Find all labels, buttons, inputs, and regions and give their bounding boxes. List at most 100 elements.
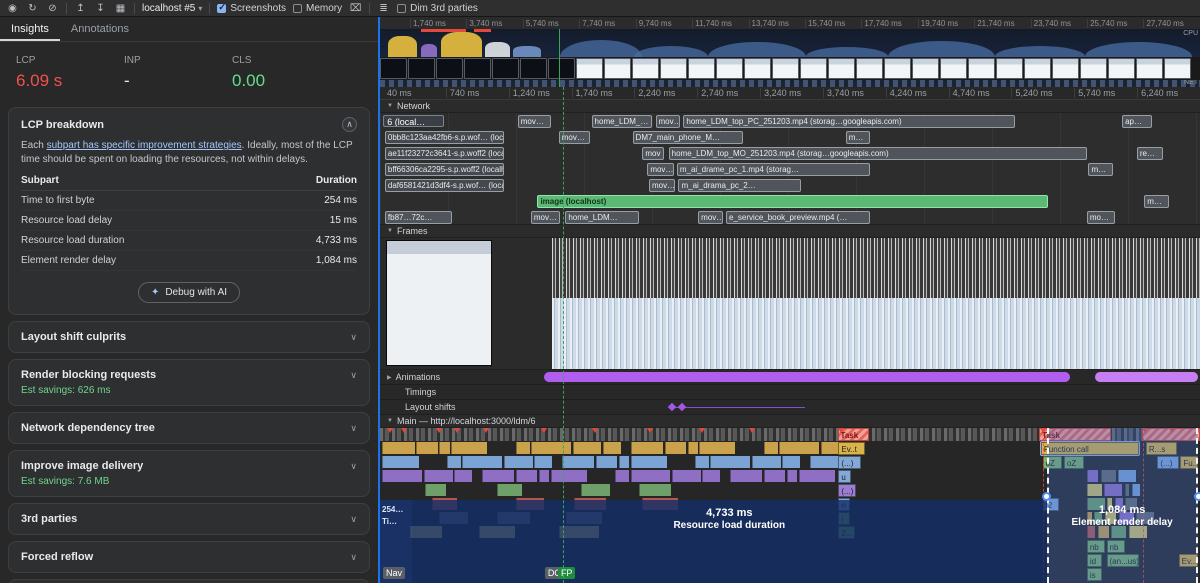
screenshot-thumb[interactable]: [828, 58, 855, 79]
screenshot-thumb[interactable]: [884, 58, 911, 79]
insight-card-render-blocking-requests[interactable]: Render blocking requests∨Est savings: 62…: [8, 359, 370, 406]
main-thread-flamechart[interactable]: TaskTask Ev..t(...)u(...)ni2...Function …: [380, 428, 1200, 583]
flame-event[interactable]: u: [838, 470, 851, 483]
history-selector[interactable]: localhost #5 ▾: [142, 3, 202, 14]
screenshot-thumb[interactable]: [436, 58, 463, 79]
animation-bar[interactable]: [544, 372, 1070, 382]
overview-time-ruler[interactable]: 1,740 ms3,740 ms5,740 ms7,740 ms9,740 ms…: [380, 17, 1200, 29]
screenshot-thumb[interactable]: [464, 58, 491, 79]
screenshot-thumb[interactable]: [912, 58, 939, 79]
tab-annotations[interactable]: Annotations: [60, 17, 140, 41]
network-request[interactable]: home_LDM_top_MO_251203.mp4 (storag…googl…: [669, 147, 1087, 160]
flame-event[interactable]: Ev..t: [838, 442, 864, 455]
screenshot-thumb[interactable]: [380, 58, 407, 79]
network-request[interactable]: home_LDM_…: [592, 115, 653, 128]
network-request[interactable]: ap…: [1122, 115, 1152, 128]
insight-card-layout-shift-culprits[interactable]: Layout shift culprits∨: [8, 321, 370, 353]
screenshot-thumb[interactable]: [632, 58, 659, 79]
layout-shift-marker[interactable]: [678, 403, 686, 411]
network-request[interactable]: daf6581421d3df4-s.p.wof… (localhost): [385, 179, 504, 192]
insight-card-use-efficient-cache-lifetimes[interactable]: Use efficient cache lifetimes∨: [8, 579, 370, 583]
network-request[interactable]: mov…: [698, 211, 723, 224]
dim-3rd-parties-checkbox[interactable]: Dim 3rd parties: [397, 3, 478, 14]
flame-event[interactable]: (...): [838, 456, 861, 469]
element-render-delay-region[interactable]: 1,084 ms Element render delay: [1047, 428, 1198, 583]
capture-settings-icon[interactable]: ≣: [377, 1, 390, 16]
screenshot-thumb[interactable]: [408, 58, 435, 79]
insight-card-improve-image-delivery[interactable]: Improve image delivery∨Est savings: 7.6 …: [8, 450, 370, 497]
debug-with-ai-button[interactable]: ✦ Debug with AI: [138, 282, 240, 303]
network-request[interactable]: mov…: [531, 211, 561, 224]
reload-and-record-icon[interactable]: ↻: [26, 1, 39, 16]
network-request[interactable]: m…: [1088, 163, 1113, 176]
screenshot-thumb[interactable]: [688, 58, 715, 79]
screenshot-thumb[interactable]: [1136, 58, 1163, 79]
collapse-icon[interactable]: ∧: [342, 117, 357, 132]
network-request[interactable]: image (localhost): [537, 195, 1048, 208]
network-request[interactable]: m…: [1144, 195, 1169, 208]
flame-event[interactable]: (...): [838, 484, 856, 497]
insight-card-network-dependency-tree[interactable]: Network dependency tree∨: [8, 412, 370, 444]
screenshot-thumb[interactable]: [1164, 58, 1191, 79]
insight-card-3rd-parties[interactable]: 3rd parties∨: [8, 503, 370, 535]
network-request[interactable]: DM7_main_phone_M…: [633, 131, 744, 144]
screenshot-thumb[interactable]: [716, 58, 743, 79]
record-icon[interactable]: ◉: [6, 1, 19, 16]
collect-garbage-icon[interactable]: ⌧: [349, 1, 362, 16]
network-request[interactable]: ae11f23272c3641-s.p.woff2 (localhost): [385, 147, 504, 160]
layout-shift-marker[interactable]: [668, 403, 676, 411]
animation-bar[interactable]: [1095, 372, 1198, 382]
animations-track[interactable]: ▶ Animations: [380, 370, 1200, 385]
screenshot-thumb[interactable]: [968, 58, 995, 79]
network-track-header[interactable]: ▼ Network: [380, 100, 1200, 113]
fp-marker[interactable]: FP: [558, 567, 576, 579]
screenshot-thumb[interactable]: [492, 58, 519, 79]
save-profile-icon[interactable]: ↧: [94, 1, 107, 16]
load-profile-icon[interactable]: ↥: [74, 1, 87, 16]
main-track-header[interactable]: ▼ Main — http://localhost:3000/ldm/6: [380, 415, 1200, 428]
screenshot-thumb[interactable]: [1052, 58, 1079, 79]
tab-insights[interactable]: Insights: [0, 17, 60, 41]
navigation-marker[interactable]: Nav: [383, 567, 405, 579]
network-request[interactable]: mo…: [1087, 211, 1115, 224]
network-request[interactable]: re…: [1137, 147, 1163, 160]
timeline-overview[interactable]: CPU NET: [380, 29, 1200, 87]
network-request[interactable]: m_ai_drame_pc_1.mp4 (storag…: [677, 163, 871, 176]
flame-event[interactable]: 2...: [838, 526, 854, 539]
screenshot-thumb[interactable]: [940, 58, 967, 79]
timings-track[interactable]: Timings: [380, 385, 1200, 400]
insight-card-forced-reflow[interactable]: Forced reflow∨: [8, 541, 370, 573]
screenshot-thumb[interactable]: [1024, 58, 1051, 79]
network-request[interactable]: mov…: [647, 163, 673, 176]
screenshot-thumb[interactable]: [996, 58, 1023, 79]
network-request[interactable]: home_LDM…: [565, 211, 639, 224]
screenshot-thumb[interactable]: [800, 58, 827, 79]
screenshot-thumb[interactable]: [660, 58, 687, 79]
screenshot-thumb[interactable]: [548, 58, 575, 79]
network-request[interactable]: home_LDM_top_PC_251203.mp4 (storag…googl…: [683, 115, 1015, 128]
range-handle[interactable]: [1042, 492, 1051, 501]
screenshot-thumb[interactable]: [772, 58, 799, 79]
layout-shifts-track[interactable]: Layout shifts: [380, 400, 1200, 415]
screenshot-thumb[interactable]: [856, 58, 883, 79]
live-metrics-icon[interactable]: ▦: [114, 1, 127, 16]
network-request[interactable]: mov: [642, 147, 663, 160]
network-request[interactable]: mov…: [518, 115, 551, 128]
flame-event[interactable]: n: [838, 498, 849, 511]
frames-track[interactable]: [380, 238, 1200, 370]
screenshot-thumb[interactable]: [576, 58, 603, 79]
network-request[interactable]: m…: [846, 131, 871, 144]
network-request[interactable]: mov…: [656, 115, 681, 128]
network-request[interactable]: fb87…72c…: [385, 211, 452, 224]
screenshot-thumb[interactable]: [1108, 58, 1135, 79]
network-request[interactable]: 6 (local…: [383, 115, 444, 127]
screenshot-thumb[interactable]: [520, 58, 547, 79]
memory-checkbox[interactable]: Memory: [293, 3, 342, 14]
network-request[interactable]: e_service_book_preview.mp4 (…: [726, 211, 870, 224]
time-ruler[interactable]: 40 ms740 ms1,240 ms1,740 ms2,240 ms2,740…: [380, 87, 1200, 100]
frames-track-header[interactable]: ▼ Frames: [380, 225, 1200, 238]
screenshot-thumb[interactable]: [1080, 58, 1107, 79]
screenshots-checkbox[interactable]: Screenshots: [217, 3, 286, 14]
flame-event[interactable]: i: [838, 512, 849, 525]
screenshot-thumb[interactable]: [604, 58, 631, 79]
